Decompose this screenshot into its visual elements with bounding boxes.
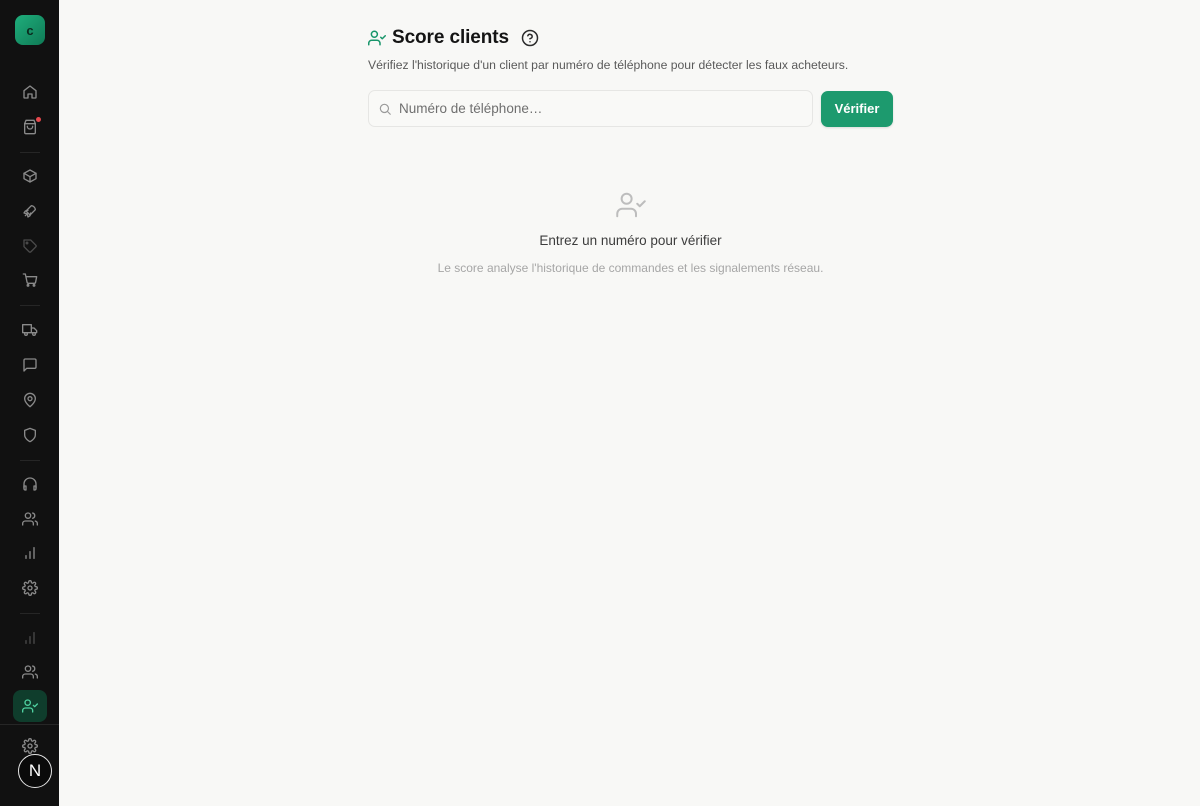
search-row: Vérifier (368, 90, 893, 127)
home-icon[interactable] (18, 80, 42, 104)
users-icon[interactable] (18, 507, 42, 531)
divider (20, 460, 40, 461)
user-check-icon (368, 29, 386, 47)
sidebar: c N (0, 0, 59, 806)
bar-chart-icon[interactable] (18, 541, 42, 565)
phone-number-input[interactable] (399, 101, 812, 116)
app-logo[interactable]: c (15, 15, 45, 45)
divider (20, 613, 40, 614)
search-icon (378, 102, 392, 116)
page-title: Score clients (392, 27, 509, 48)
user-check-icon[interactable] (13, 690, 47, 722)
divider (20, 152, 40, 153)
message-icon[interactable] (18, 353, 42, 377)
user-avatar[interactable]: N (18, 754, 52, 788)
bar-chart-icon[interactable] (18, 626, 42, 650)
verify-button[interactable]: Vérifier (821, 90, 893, 127)
users-icon[interactable] (18, 660, 42, 684)
notification-dot (36, 117, 41, 122)
empty-state: Entrez un numéro pour vérifier Le score … (368, 190, 893, 275)
help-icon[interactable] (521, 29, 539, 47)
shield-icon[interactable] (18, 423, 42, 447)
shopping-bag-icon[interactable] (18, 115, 42, 139)
settings-icon[interactable] (18, 576, 42, 600)
user-check-icon (615, 190, 646, 220)
divider (0, 724, 59, 725)
map-pin-icon[interactable] (18, 388, 42, 412)
cart-icon[interactable] (18, 268, 42, 292)
divider (20, 305, 40, 306)
box-icon[interactable] (18, 164, 42, 188)
empty-state-title: Entrez un numéro pour vérifier (539, 233, 722, 248)
search-field[interactable] (368, 90, 813, 127)
rocket-icon[interactable] (18, 199, 42, 223)
main-content: Score clients Vérifiez l'historique d'un… (368, 26, 893, 127)
avatar-letter: N (28, 761, 42, 780)
headphones-icon[interactable] (18, 472, 42, 496)
empty-state-description: Le score analyse l'historique de command… (437, 261, 824, 275)
page-header: Score clients (368, 26, 893, 50)
logo-letter: c (26, 22, 34, 38)
truck-icon[interactable] (18, 318, 42, 342)
tag-icon[interactable] (18, 234, 42, 258)
page-subtitle: Vérifiez l'historique d'un client par nu… (368, 58, 849, 72)
